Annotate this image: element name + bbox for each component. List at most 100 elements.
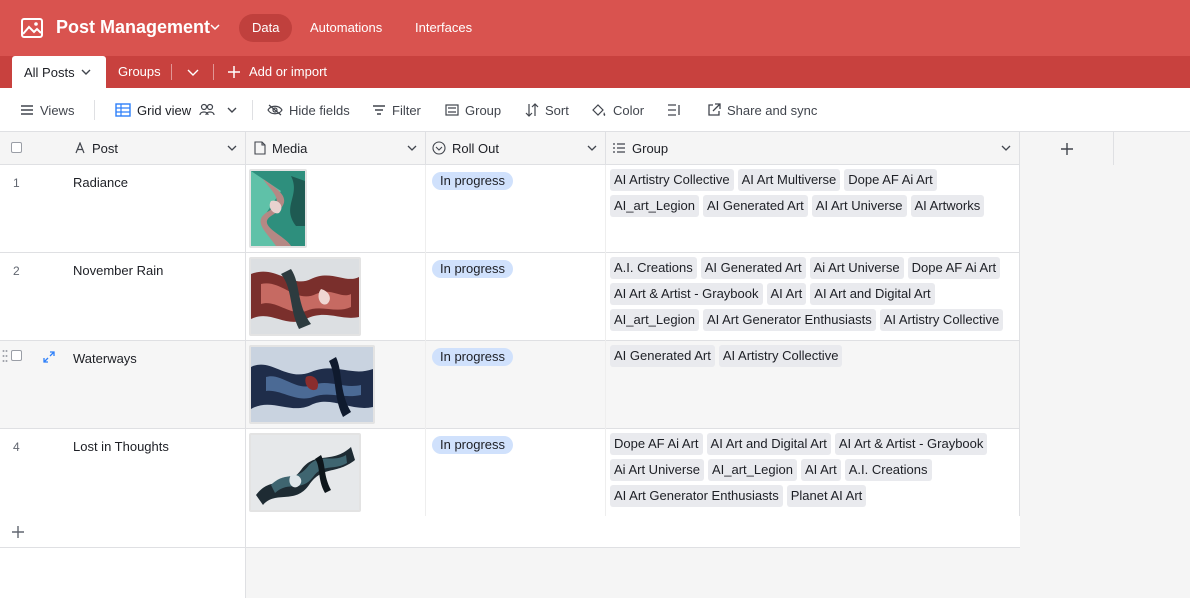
add-record-cell[interactable] <box>0 516 246 547</box>
select-all-checkbox[interactable] <box>11 142 22 153</box>
row-number: 4 <box>13 440 20 454</box>
roll-out-cell[interactable]: In progress <box>426 165 606 253</box>
group-tag: AI_art_Legion <box>610 195 699 217</box>
post-title: November Rain <box>73 263 164 278</box>
filter-icon <box>373 105 385 115</box>
media-thumbnail[interactable] <box>249 257 361 336</box>
divider <box>252 100 253 120</box>
image-icon <box>21 18 43 38</box>
share-label: Share and sync <box>727 102 818 118</box>
table-row[interactable]: 2 November Rain In progress A.I. Creatio… <box>0 253 1020 341</box>
expand-icon[interactable] <box>43 351 55 363</box>
abstract-art-image <box>251 171 305 246</box>
chevron-down-icon[interactable] <box>1001 144 1011 152</box>
chevron-down-icon[interactable] <box>209 22 221 32</box>
group-tag: AI Art <box>766 283 807 305</box>
primary-cell[interactable]: Waterways <box>0 341 246 429</box>
hide-fields-label: Hide fields <box>289 102 350 118</box>
group-tag: AI Artworks <box>910 195 985 217</box>
post-title: Lost in Thoughts <box>73 439 169 454</box>
app-title[interactable]: Post Management <box>56 17 210 38</box>
tab-all-posts[interactable]: All Posts <box>12 56 106 88</box>
group-tag: AI Generated Art <box>700 257 806 279</box>
group-tag: Ai Art Universe <box>809 257 904 279</box>
chevron-down-icon[interactable] <box>407 144 417 152</box>
row-height-button[interactable] <box>667 88 687 132</box>
row-number: 1 <box>13 176 20 190</box>
eye-slash-icon <box>267 104 283 116</box>
nav-automations[interactable]: Automations <box>297 14 395 42</box>
plus-icon <box>1060 142 1073 155</box>
primary-cell[interactable]: 2 November Rain <box>0 253 246 341</box>
text-field-icon <box>75 142 85 154</box>
table-row[interactable]: 4 Lost in Thoughts In progress Dope AF A… <box>0 429 1020 517</box>
primary-cell[interactable]: 4 Lost in Thoughts <box>0 429 246 517</box>
plus-icon[interactable] <box>11 525 25 539</box>
column-name-roll-out: Roll Out <box>452 140 499 156</box>
status-badge: In progress <box>432 172 514 190</box>
column-header-roll-out[interactable]: Roll Out <box>426 132 606 164</box>
nav-interfaces[interactable]: Interfaces <box>402 14 485 42</box>
column-header-group[interactable]: Group <box>606 132 1020 164</box>
media-cell[interactable] <box>246 341 426 429</box>
views-label: Views <box>40 102 75 118</box>
group-tag: AI Artistry Collective <box>879 309 1004 331</box>
media-cell[interactable] <box>246 253 426 341</box>
abstract-art-image <box>251 435 359 510</box>
post-title: Radiance <box>73 175 128 190</box>
group-tag: AI Art <box>800 459 841 481</box>
group-cell[interactable]: AI Artistry Collective AI Art Multiverse… <box>606 165 1020 253</box>
users-icon <box>199 103 215 116</box>
roll-out-cell[interactable]: In progress <box>426 341 606 429</box>
group-cell[interactable]: Dope AF Ai Art AI Art and Digital Art AI… <box>606 429 1020 517</box>
plus-icon[interactable] <box>227 65 241 79</box>
column-header-media[interactable]: Media <box>246 132 426 164</box>
media-thumbnail[interactable] <box>249 345 375 424</box>
chevron-down-icon[interactable] <box>187 68 199 77</box>
media-cell[interactable] <box>246 165 426 253</box>
paint-bucket-icon <box>592 104 606 116</box>
add-field-button[interactable] <box>1020 132 1114 165</box>
group-tag: A.I. Creations <box>844 459 932 481</box>
add-or-import-button[interactable]: Add or import <box>249 56 327 88</box>
sort-button[interactable]: Sort <box>525 88 569 132</box>
group-tag: AI Art & Artist - Graybook <box>610 283 763 305</box>
group-tag: Ai Art Universe <box>610 459 704 481</box>
view-toolbar: Views Grid view Hide fields Filter Group… <box>0 88 1190 132</box>
sort-label: Sort <box>545 102 569 118</box>
group-cell[interactable]: AI Generated Art AI Artistry Collective <box>606 341 1020 429</box>
chevron-down-icon[interactable] <box>587 144 597 152</box>
single-select-icon <box>432 141 446 155</box>
media-thumbnail[interactable] <box>249 169 307 248</box>
media-cell[interactable] <box>246 429 426 517</box>
grid-view-label: Grid view <box>137 102 192 118</box>
hide-fields-button[interactable]: Hide fields <box>267 88 350 132</box>
grid-view-button[interactable]: Grid view <box>115 88 243 132</box>
share-and-sync-button[interactable]: Share and sync <box>707 88 817 132</box>
chevron-down-icon <box>227 107 237 113</box>
primary-column-header[interactable]: Post <box>0 132 246 164</box>
attachment-icon <box>254 141 266 155</box>
group-button[interactable]: Group <box>445 88 501 132</box>
multi-select-icon <box>613 143 625 153</box>
group-tag: Dope AF Ai Art <box>907 257 1001 279</box>
roll-out-cell[interactable]: In progress <box>426 429 606 517</box>
color-button[interactable]: Color <box>591 88 644 132</box>
media-thumbnail[interactable] <box>249 433 361 512</box>
views-button[interactable]: Views <box>20 88 74 132</box>
drag-handle-icon[interactable] <box>2 349 8 363</box>
row-checkbox[interactable] <box>11 350 22 361</box>
tab-groups[interactable]: Groups <box>118 56 161 88</box>
roll-out-cell[interactable]: In progress <box>426 253 606 341</box>
add-record-row[interactable] <box>0 516 1020 548</box>
table-row[interactable]: 1 Radiance In progress AI Artistry Colle… <box>0 165 1020 253</box>
chevron-down-icon[interactable] <box>227 144 237 152</box>
column-header-row: Post Media Roll Out Group <box>0 132 1114 165</box>
share-icon <box>708 103 721 116</box>
filter-button[interactable]: Filter <box>372 88 421 132</box>
app-header: Post Management Data Automations Interfa… <box>0 0 1190 56</box>
nav-data[interactable]: Data <box>239 14 293 42</box>
group-cell[interactable]: A.I. Creations AI Generated Art Ai Art U… <box>606 253 1020 341</box>
primary-cell[interactable]: 1 Radiance <box>0 165 246 253</box>
table-row[interactable]: Waterways In progress AI Generated Art A… <box>0 341 1020 429</box>
